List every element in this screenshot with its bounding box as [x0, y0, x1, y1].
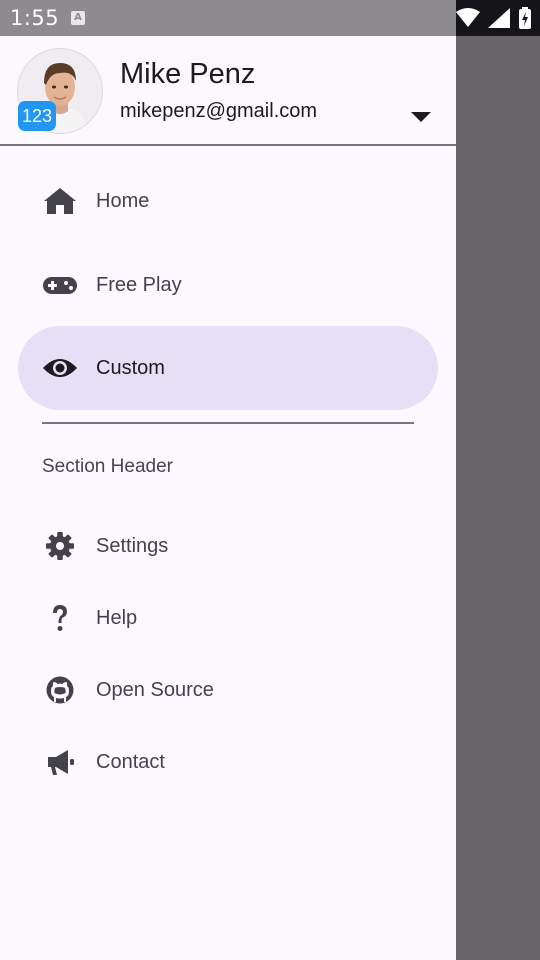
notification-badge: 123	[18, 101, 56, 131]
profile-name: Mike Penz	[120, 58, 256, 90]
nav-item-custom[interactable]: Custom	[18, 326, 438, 410]
nav-item-label: Custom	[96, 357, 165, 379]
nav-item-label: Settings	[96, 535, 169, 557]
status-time: 1:55	[10, 6, 60, 30]
divider	[42, 422, 414, 424]
nav-item-label: Contact	[96, 751, 165, 773]
nav-item-label: Open Source	[96, 679, 214, 701]
account-header[interactable]: 123 Mike Penz mikepenz@gmail.com	[0, 36, 456, 146]
bullhorn-icon	[48, 750, 74, 775]
eye-icon	[43, 359, 77, 377]
nav-item-help[interactable]: Help	[18, 582, 438, 654]
account-dropdown-icon[interactable]	[410, 110, 432, 124]
nav-item-free-play[interactable]: Free Play	[18, 243, 438, 327]
navigation-drawer: 123 Mike Penz mikepenz@gmail.com Home Fr…	[0, 36, 456, 960]
wifi-icon	[456, 8, 480, 27]
nav-item-label: Home	[96, 190, 150, 212]
signal-icon	[488, 8, 510, 28]
github-icon	[46, 676, 74, 704]
drawer-scrim[interactable]	[456, 36, 540, 960]
section-header: Section Header	[42, 456, 173, 477]
gamepad-icon	[43, 277, 77, 294]
home-icon	[44, 188, 76, 214]
profile-email: mikepenz@gmail.com	[120, 100, 318, 122]
nav-item-home[interactable]: Home	[18, 159, 438, 243]
status-icons	[456, 6, 532, 30]
nav-item-label: Free Play	[96, 274, 182, 296]
battery-icon	[519, 7, 531, 29]
nav-item-contact[interactable]: Contact	[18, 726, 438, 798]
gear-icon	[46, 532, 74, 560]
nav-item-label: Help	[96, 607, 138, 629]
status-bar: 1:55 A	[0, 0, 540, 36]
nav-item-settings[interactable]: Settings	[18, 510, 438, 582]
question-icon	[53, 605, 67, 631]
nav-item-open-source[interactable]: Open Source	[18, 654, 438, 726]
accessibility-a-icon: A	[71, 11, 85, 25]
status-bar-left: 1:55 A	[0, 0, 456, 36]
